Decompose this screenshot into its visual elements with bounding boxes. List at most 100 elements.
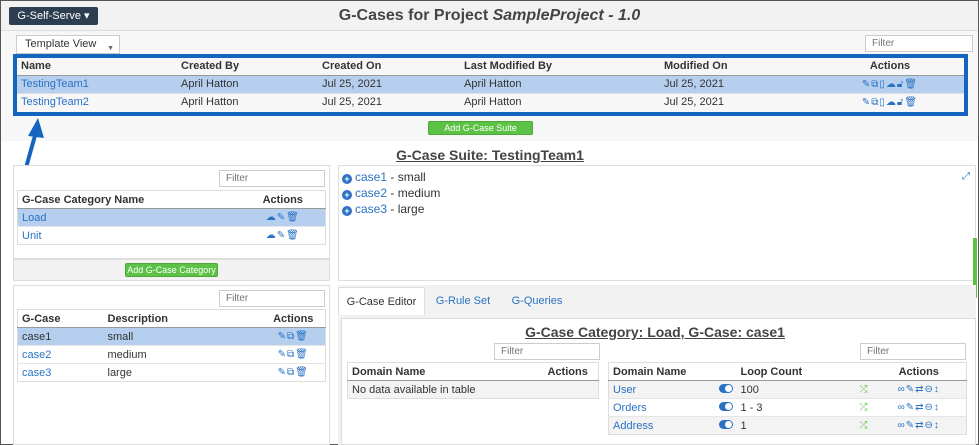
suite-title: G-Case Suite: TestingTeam1 xyxy=(396,147,584,163)
edit-icon[interactable]: ✎ xyxy=(277,230,286,241)
expand-icon[interactable]: ⤢ xyxy=(962,171,970,182)
trash-icon[interactable]: 🗑︎ xyxy=(286,212,300,223)
case-name[interactable]: case3 xyxy=(17,363,104,382)
list-item[interactable]: + case3 - large xyxy=(342,202,424,216)
case-filter-input[interactable] xyxy=(219,290,325,307)
trash-icon[interactable]: 🗑︎ xyxy=(295,367,309,378)
category-table-header: G-Case Category Name Actions xyxy=(17,190,326,209)
edit-icon[interactable]: ✎ xyxy=(906,384,915,395)
tab-gcase-editor[interactable]: G-Case Editor xyxy=(338,287,425,315)
toggle-switch[interactable] xyxy=(718,419,733,429)
category-filter-input[interactable] xyxy=(219,170,325,187)
page-title-project: SampleProject - 1.0 xyxy=(492,7,641,24)
edit-icon[interactable]: ✎ xyxy=(906,402,915,413)
copy-icon[interactable]: ⧉ xyxy=(287,349,295,360)
toggle-switch[interactable] xyxy=(718,383,733,393)
table-row[interactable]: Orders 1 - 3 ⤮ ∞✎⇄⊖↕ xyxy=(608,398,967,417)
case-link[interactable]: case2 xyxy=(355,186,387,200)
col-description[interactable]: Description xyxy=(103,309,262,328)
upload-icon[interactable]: ☁ xyxy=(266,212,277,223)
category-link[interactable]: Unit xyxy=(17,226,241,245)
loop-cell: 100 ⤮ xyxy=(736,380,872,399)
col-category-name[interactable]: G-Case Category Name xyxy=(17,190,241,209)
category-link[interactable]: Load xyxy=(17,208,241,227)
tab-grule-set[interactable]: G-Rule Set xyxy=(428,287,498,315)
link-icon[interactable]: ∞ xyxy=(898,384,906,395)
shuffle-icon[interactable]: ⤮ xyxy=(860,402,868,413)
table-row[interactable]: User 100 ⤮ ∞✎⇄⊖↕ xyxy=(608,380,967,399)
copy-icon[interactable]: ⧉ xyxy=(287,367,295,378)
row-actions: ☁✎🗑︎ xyxy=(240,226,326,245)
edit-icon[interactable]: ✎ xyxy=(906,420,915,431)
toggle-switch[interactable] xyxy=(718,401,733,411)
edit-icon[interactable]: ✎ xyxy=(278,367,287,378)
shuffle-icon[interactable]: ⤮ xyxy=(860,384,868,395)
category-case-title: G-Case Category: Load, G-Case: case1 xyxy=(525,324,785,340)
case-link[interactable]: case1 xyxy=(355,170,387,184)
upload-icon[interactable]: ☁ xyxy=(266,230,277,241)
list-item[interactable]: + case1 - small xyxy=(342,170,426,184)
row-actions: ∞✎⇄⊖↕ xyxy=(871,380,967,399)
domain-left-header: Domain Name Actions xyxy=(347,362,599,381)
domain-cell: Orders xyxy=(608,398,737,417)
col-domain-name[interactable]: Domain Name xyxy=(608,362,737,381)
top-bar: G-Self-Serve ▾ G-Cases for Project Sampl… xyxy=(1,1,978,31)
domain-table-left: Domain Name Actions No data available in… xyxy=(347,362,599,399)
case-description: large xyxy=(103,363,262,382)
sort-icon[interactable]: ↕ xyxy=(934,420,940,431)
table-row[interactable]: Address 1 ⤮ ∞✎⇄⊖↕ xyxy=(608,416,967,435)
col-loop-count[interactable]: Loop Count xyxy=(736,362,872,381)
table-row[interactable]: case3 large ✎⧉🗑︎ xyxy=(17,363,326,382)
table-row[interactable]: Load ☁✎🗑︎ xyxy=(17,208,326,227)
domain-link[interactable]: User xyxy=(613,384,636,396)
table-row[interactable]: case1 small ✎⧉🗑︎ xyxy=(17,327,326,346)
tab-gqueries[interactable]: G-Queries xyxy=(502,287,572,315)
case-table-header: G-Case Description Actions xyxy=(17,309,326,328)
row-actions: ☁✎🗑︎ xyxy=(240,208,326,227)
case-name[interactable]: case1 xyxy=(17,327,104,346)
trash-icon[interactable]: 🗑︎ xyxy=(295,331,309,342)
list-item[interactable]: + case2 - medium xyxy=(342,186,440,200)
col-category-actions: Actions xyxy=(240,190,326,209)
domain-link[interactable]: Orders xyxy=(613,402,647,414)
trash-icon[interactable]: 🗑︎ xyxy=(286,230,300,241)
repeat-icon[interactable]: ⇄ xyxy=(915,402,924,413)
suites-filter-input[interactable] xyxy=(865,35,973,52)
case-description: small xyxy=(103,327,262,346)
edit-icon[interactable]: ✎ xyxy=(278,349,287,360)
domain-link[interactable]: Address xyxy=(613,420,653,432)
link-icon[interactable]: ∞ xyxy=(898,420,906,431)
domain-filter-input-right[interactable] xyxy=(860,343,966,360)
sort-icon[interactable]: ↕ xyxy=(934,402,940,413)
case-name[interactable]: case2 xyxy=(17,345,104,364)
shuffle-icon[interactable]: ⤮ xyxy=(860,420,868,431)
table-row[interactable]: Unit ☁✎🗑︎ xyxy=(17,226,326,245)
edit-icon[interactable]: ✎ xyxy=(277,212,286,223)
domain-table-right: Domain Name Loop Count Actions User 100 ⤮… xyxy=(608,362,967,435)
row-actions: ✎⧉🗑︎ xyxy=(261,363,326,382)
repeat-icon[interactable]: ⇄ xyxy=(915,384,924,395)
sort-icon[interactable]: ↕ xyxy=(934,384,940,395)
minus-circle-icon[interactable]: ⊖ xyxy=(925,384,934,395)
copy-icon[interactable]: ⧉ xyxy=(287,331,295,342)
plus-circle-icon[interactable]: + xyxy=(342,174,352,184)
edit-icon[interactable]: ✎ xyxy=(278,331,287,342)
minus-circle-icon[interactable]: ⊖ xyxy=(925,420,934,431)
case-link[interactable]: case3 xyxy=(355,202,387,216)
minus-circle-icon[interactable]: ⊖ xyxy=(925,402,934,413)
add-gcase-category-button[interactable]: Add G-Case Category xyxy=(125,263,218,277)
add-gcase-suite-button[interactable]: Add G-Case Suite xyxy=(428,121,533,135)
empty-row: No data available in table xyxy=(347,380,599,399)
plus-circle-icon[interactable]: + xyxy=(342,206,352,216)
domain-filter-input-left[interactable] xyxy=(494,343,600,360)
col-gcase[interactable]: G-Case xyxy=(17,309,104,328)
table-row[interactable]: case2 medium ✎⧉🗑︎ xyxy=(17,345,326,364)
col-domain-actions: Actions xyxy=(871,362,967,381)
link-icon[interactable]: ∞ xyxy=(898,402,906,413)
cases-list-panel xyxy=(338,165,976,281)
loop-count: 1 xyxy=(740,419,747,432)
col-domain-name[interactable]: Domain Name xyxy=(347,362,544,381)
plus-circle-icon[interactable]: + xyxy=(342,190,352,200)
repeat-icon[interactable]: ⇄ xyxy=(915,420,924,431)
trash-icon[interactable]: 🗑︎ xyxy=(295,349,309,360)
